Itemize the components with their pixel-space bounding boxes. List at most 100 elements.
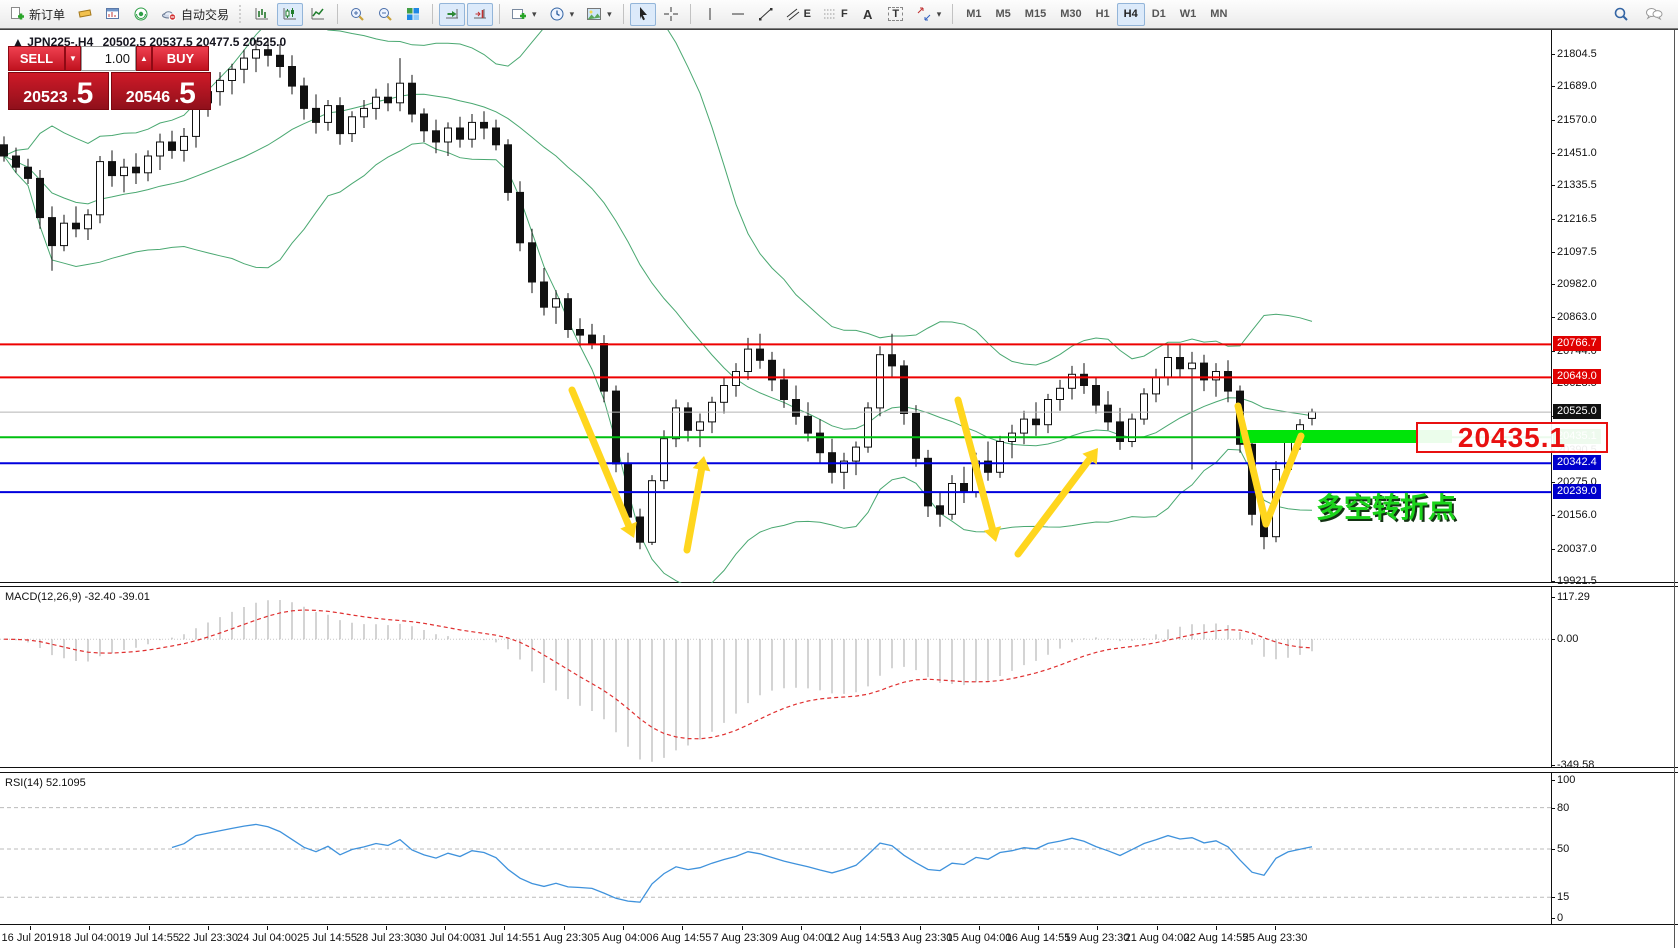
fibo-letter: F <box>841 8 848 20</box>
zoom-out-icon <box>377 6 393 22</box>
rsi-tick-dash <box>1551 849 1555 850</box>
search-button[interactable] <box>1608 3 1634 26</box>
periods-clock-icon <box>549 6 565 22</box>
vertical-line-button[interactable] <box>697 3 723 26</box>
chart-shift-button[interactable] <box>467 3 493 26</box>
time-tick <box>267 926 268 930</box>
open-chart-button[interactable] <box>100 3 126 26</box>
fibonacci-button[interactable]: F <box>818 3 853 26</box>
timeframe-button-d1[interactable]: D1 <box>1145 3 1173 26</box>
auto-scroll-button[interactable] <box>439 3 465 26</box>
time-label: 16 Jul 2019 <box>2 932 59 944</box>
time-tick <box>504 926 505 930</box>
bar-chart-icon <box>254 6 270 22</box>
price-tick-label: 21689.0 <box>1557 80 1597 92</box>
crosshair-button[interactable] <box>658 3 684 26</box>
timeframe-button-h1[interactable]: H1 <box>1089 3 1117 26</box>
timeframe-button-m5[interactable]: M5 <box>989 3 1018 26</box>
periods-button[interactable]: ▾ <box>544 3 580 26</box>
volume-decrease-button[interactable]: ▼ <box>65 46 81 71</box>
price-tick-dash <box>1551 549 1555 550</box>
time-tick <box>1157 926 1158 930</box>
buy-price[interactable]: 20546 .5 <box>111 72 212 110</box>
timeframe-button-m1[interactable]: M1 <box>959 3 988 26</box>
timeframe-button-mn[interactable]: MN <box>1203 3 1234 26</box>
time-tick <box>801 926 802 930</box>
toolbar-separator <box>432 4 433 24</box>
macd-tick-label: 0.00 <box>1557 633 1578 645</box>
arrows-icon <box>916 6 932 22</box>
new-chart-button[interactable]: ▾ <box>506 3 542 26</box>
rsi-panel[interactable]: RSI(14) 52.1095 1008050150 <box>0 772 1678 925</box>
macd-canvas[interactable] <box>0 587 1678 769</box>
sell-price[interactable]: 20523 .5 <box>8 72 109 110</box>
price-tick-label: 21804.5 <box>1557 48 1597 60</box>
bar-chart-button[interactable] <box>249 3 275 26</box>
rsi-tick-label: 100 <box>1557 774 1575 786</box>
time-tick <box>1216 926 1217 930</box>
time-label: 21 Aug 04:00 <box>1125 932 1190 944</box>
tile-windows-button[interactable] <box>400 3 426 26</box>
new-order-button[interactable]: 新订单 <box>4 3 70 26</box>
macd-panel[interactable]: MACD(12,26,9) -32.40 -39.01 117.290.00-3… <box>0 586 1678 768</box>
equidistant-channel-button[interactable]: E <box>781 3 816 26</box>
candlestick-chart-button[interactable] <box>277 3 303 26</box>
price-tick-label: 21216.5 <box>1557 213 1597 225</box>
price-badge-20239.0: 20239.0 <box>1553 484 1601 499</box>
trend-line-button[interactable] <box>753 3 779 26</box>
text-label-button[interactable]: T <box>883 3 909 26</box>
main-chart-panel[interactable]: ▲ JPN225-,H4 20502.5 20537.5 20477.5 205… <box>0 30 1678 583</box>
time-tick <box>149 926 150 930</box>
sell-button[interactable]: SELL <box>8 46 65 71</box>
time-label: 25 Jul 14:55 <box>297 932 357 944</box>
turning-point-annotation[interactable]: 多空转折点 <box>1316 486 1456 526</box>
rsi-tick-label: 0 <box>1557 912 1563 924</box>
timeframe-button-m15[interactable]: M15 <box>1018 3 1053 26</box>
dropdown-caret: ▾ <box>937 9 942 20</box>
price-badge-20525.0: 20525.0 <box>1553 404 1601 419</box>
time-tick <box>742 926 743 930</box>
profiles-icon <box>586 6 602 22</box>
line-chart-button[interactable] <box>305 3 331 26</box>
auto-trading-button[interactable]: 自动交易 <box>156 3 234 26</box>
crosshair-icon <box>663 6 679 22</box>
zoom-in-button[interactable] <box>344 3 370 26</box>
rsi-tick-dash <box>1551 918 1555 919</box>
time-tick <box>89 926 90 930</box>
time-tick <box>445 926 446 930</box>
price-badge-20766.7: 20766.7 <box>1553 336 1601 351</box>
buy-price-int: 20546 <box>126 89 171 107</box>
ticket-button[interactable] <box>72 3 98 26</box>
arrows-button[interactable]: ▾ <box>911 3 947 26</box>
cursor-button[interactable] <box>630 3 656 26</box>
time-label: 24 Jul 04:00 <box>237 932 297 944</box>
signals-button[interactable] <box>128 3 154 26</box>
time-axis[interactable]: 16 Jul 201918 Jul 04:0019 Jul 14:5522 Ju… <box>0 926 1678 948</box>
timeframe-button-h4[interactable]: H4 <box>1117 3 1145 26</box>
volume-input[interactable]: 1.00 <box>81 46 136 71</box>
trend-line-icon <box>758 6 774 22</box>
buy-button[interactable]: BUY <box>152 46 209 71</box>
rsi-canvas[interactable] <box>0 773 1678 926</box>
macd-label: MACD(12,26,9) -32.40 -39.01 <box>5 591 150 603</box>
zoom-out-button[interactable] <box>372 3 398 26</box>
rsi-tick-dash <box>1551 897 1555 898</box>
toolbar-separator <box>623 4 624 24</box>
channel-letter: E <box>804 8 811 20</box>
profiles-button[interactable]: ▾ <box>581 3 617 26</box>
price-tick-dash <box>1551 515 1555 516</box>
equidistant-channel-icon <box>786 6 800 22</box>
ticket-icon <box>77 6 93 22</box>
price-tick-label: 21335.5 <box>1557 179 1597 191</box>
text-tool-button[interactable]: A <box>855 3 881 26</box>
price-flag-label[interactable]: 20435.1 <box>1416 422 1608 453</box>
text-icon: A <box>863 7 872 22</box>
price-tick-label: 21451.0 <box>1557 147 1597 159</box>
macd-tick-dash <box>1551 639 1555 640</box>
community-chat-button[interactable] <box>1640 3 1668 26</box>
volume-increase-button[interactable]: ▲ <box>136 46 152 71</box>
timeframe-button-m30[interactable]: M30 <box>1053 3 1088 26</box>
timeframe-button-w1[interactable]: W1 <box>1173 3 1204 26</box>
rsi-tick-label: 50 <box>1557 843 1569 855</box>
horizontal-line-button[interactable] <box>725 3 751 26</box>
